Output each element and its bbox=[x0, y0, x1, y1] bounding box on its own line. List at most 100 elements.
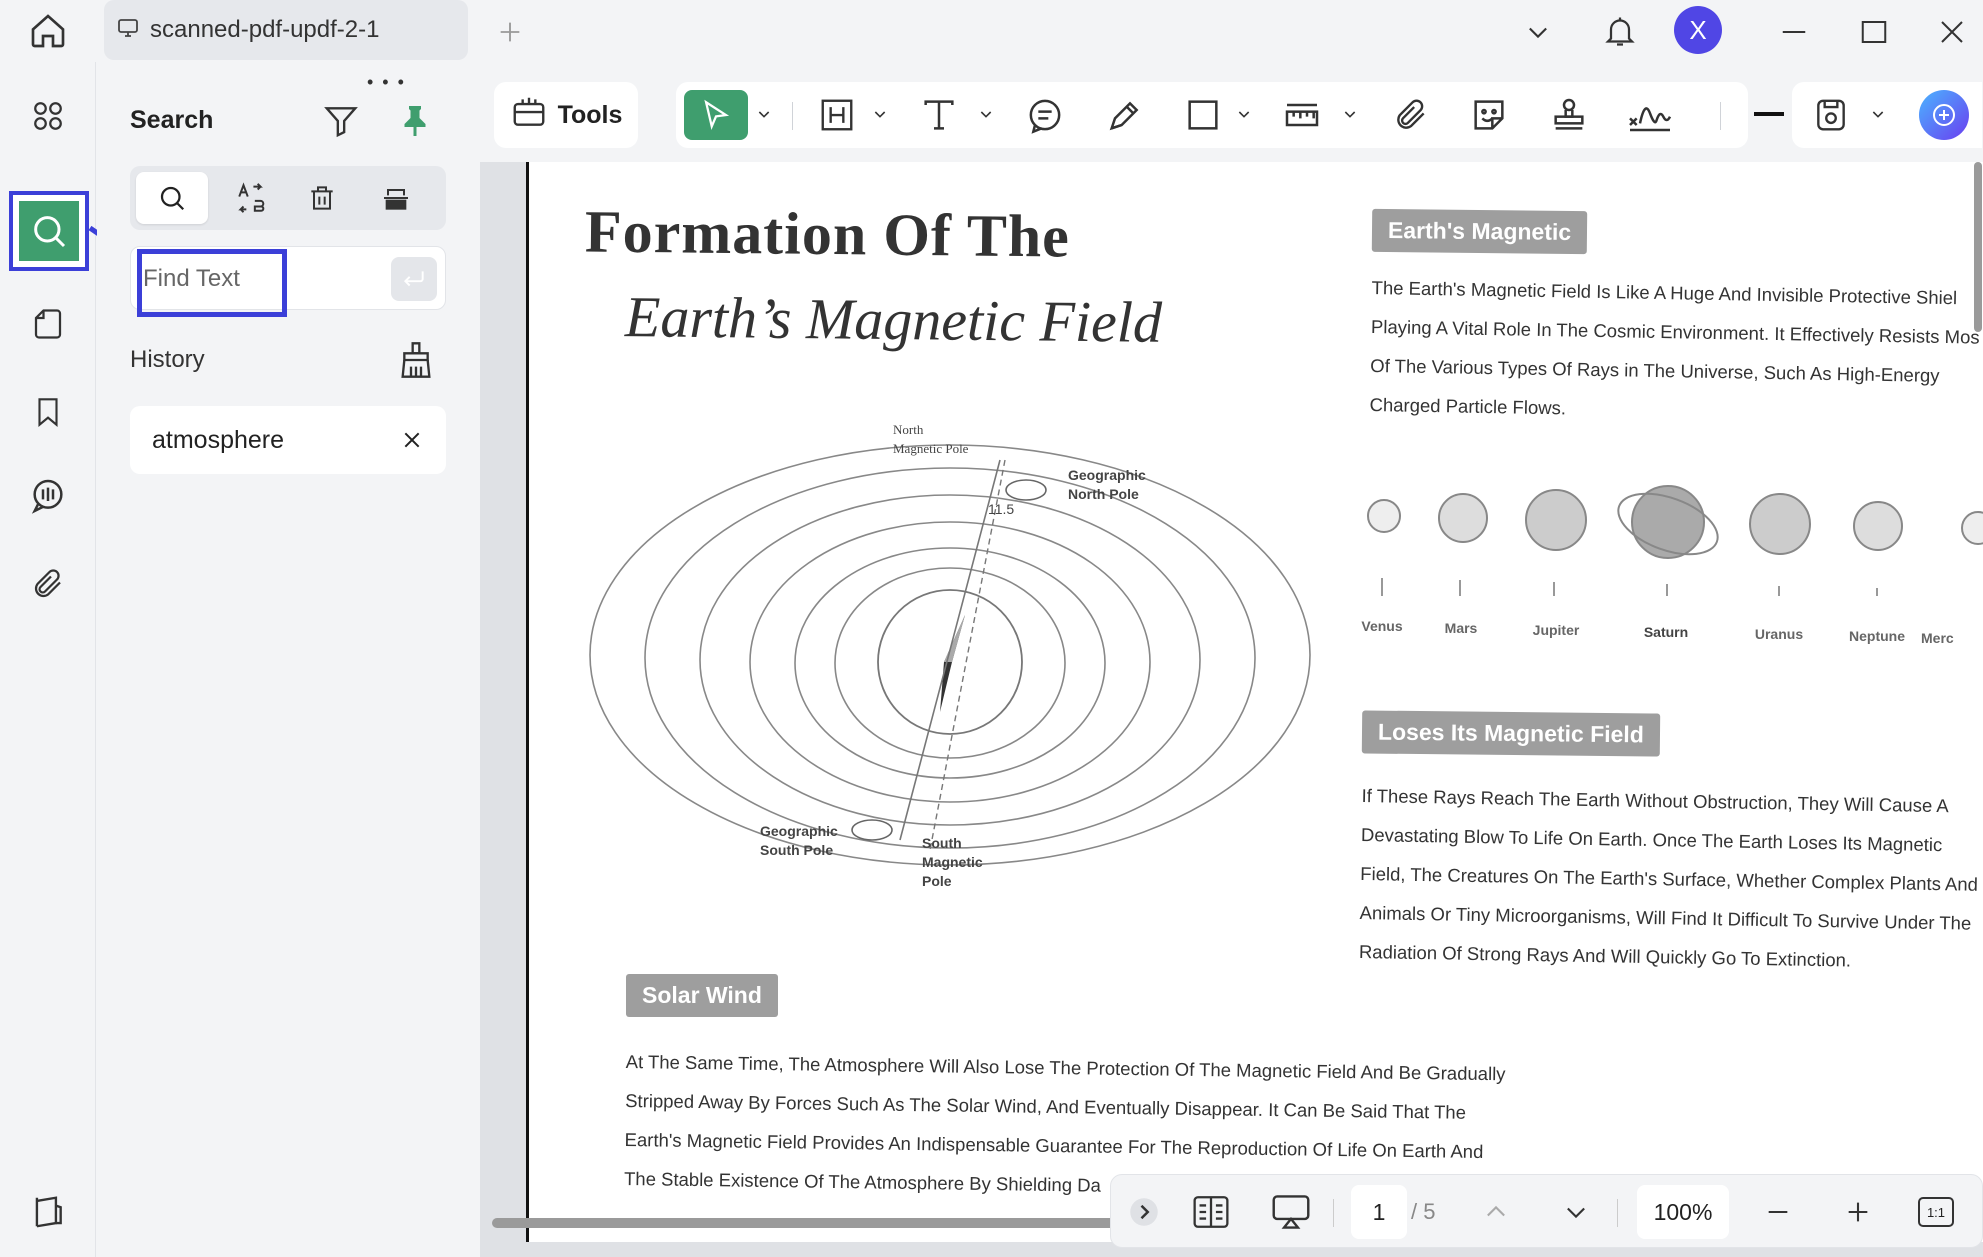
toolbar: Tools bbox=[480, 70, 1983, 162]
save-dropdown-icon[interactable] bbox=[1868, 104, 1888, 124]
separator bbox=[792, 102, 793, 130]
heading-dropdown-icon[interactable] bbox=[870, 104, 890, 124]
document-tab[interactable]: scanned-pdf-updf-2-1 bbox=[104, 0, 468, 60]
tools-label: Tools bbox=[557, 100, 623, 129]
search-mode-bar bbox=[130, 166, 446, 230]
pin-icon[interactable] bbox=[393, 98, 437, 144]
enter-icon[interactable] bbox=[391, 257, 437, 301]
close-icon[interactable] bbox=[1930, 10, 1974, 54]
tools-button[interactable]: Tools bbox=[494, 82, 638, 148]
current-page-input[interactable]: 1 bbox=[1351, 1185, 1407, 1239]
heading-tool-icon[interactable] bbox=[812, 90, 862, 140]
history-label: History bbox=[130, 346, 205, 373]
attach-tool-icon[interactable] bbox=[1384, 90, 1438, 140]
toolbox-icon bbox=[510, 93, 548, 138]
left-rail bbox=[0, 62, 96, 1257]
search-highlight-box bbox=[9, 191, 89, 271]
tab-ocr[interactable] bbox=[360, 172, 432, 224]
title-bar: scanned-pdf-updf-2-1 X bbox=[0, 0, 1983, 62]
text-dropdown-icon[interactable] bbox=[976, 104, 996, 124]
select-tool-icon[interactable] bbox=[684, 90, 748, 140]
zoom-in-icon[interactable] bbox=[1833, 1187, 1883, 1237]
maximize-icon[interactable] bbox=[1852, 10, 1896, 54]
section-heading-loses: Loses Its Magnetic Field bbox=[1361, 710, 1661, 757]
measure-dropdown-icon[interactable] bbox=[1340, 104, 1360, 124]
search-icon[interactable] bbox=[19, 201, 79, 261]
chevron-down-icon[interactable] bbox=[1516, 10, 1560, 54]
remove-history-icon[interactable] bbox=[390, 418, 434, 462]
panel-title: Search bbox=[130, 106, 214, 134]
south-magnetic-label: South Magnetic Pole bbox=[922, 835, 983, 889]
new-tab-button[interactable] bbox=[490, 12, 530, 52]
planet-label: Saturn bbox=[1643, 624, 1689, 640]
rectangle-tool-icon[interactable] bbox=[1176, 90, 1230, 140]
extra-tools bbox=[1792, 82, 1982, 148]
minimize-icon[interactable] bbox=[1772, 10, 1816, 54]
clear-history-icon[interactable] bbox=[393, 336, 439, 384]
select-dropdown-icon[interactable] bbox=[754, 104, 774, 124]
zoom-out-icon[interactable] bbox=[1753, 1187, 1803, 1237]
text-tool-icon[interactable] bbox=[914, 90, 964, 140]
previous-page-icon[interactable] bbox=[1471, 1187, 1521, 1237]
separator bbox=[1617, 1199, 1618, 1227]
actual-size-icon[interactable]: 1:1 bbox=[1911, 1187, 1961, 1237]
planet-label: Jupiter bbox=[1532, 622, 1580, 638]
tab-search-text[interactable] bbox=[136, 172, 208, 224]
page-icon[interactable] bbox=[22, 298, 74, 350]
geo-south-label: Geographic South Pole bbox=[760, 823, 838, 858]
annotation-tools bbox=[676, 82, 1748, 148]
signature-tool-icon[interactable] bbox=[1620, 90, 1680, 140]
planet-label: Neptune bbox=[1849, 628, 1905, 644]
filter-icon[interactable] bbox=[319, 98, 363, 144]
find-text-box bbox=[130, 246, 446, 310]
planet-label: Merc bbox=[1921, 630, 1954, 646]
stamp-tool-icon[interactable] bbox=[1542, 90, 1596, 140]
doc-title-line2: Earth’s Magnetic Field bbox=[624, 284, 1163, 355]
separator bbox=[1333, 1199, 1334, 1227]
next-page-icon[interactable] bbox=[1551, 1187, 1601, 1237]
planets-illustration bbox=[1367, 485, 1983, 596]
sticker-tool-icon[interactable] bbox=[1462, 90, 1516, 140]
history-item-text: atmosphere bbox=[152, 426, 285, 454]
layout-icon[interactable] bbox=[22, 1186, 74, 1238]
shape-dropdown-icon[interactable] bbox=[1234, 104, 1254, 124]
page-total: / 5 bbox=[1411, 1199, 1436, 1224]
geo-north-label: Geographic North Pole bbox=[1068, 467, 1146, 502]
planet-label: Uranus bbox=[1754, 626, 1804, 642]
section-heading-magnetic: Earth's Magnetic bbox=[1371, 208, 1588, 255]
north-magnetic-label: North Magnetic Pole bbox=[893, 422, 969, 456]
separator bbox=[1720, 102, 1721, 130]
measure-tool-icon[interactable] bbox=[1274, 90, 1330, 140]
ai-assistant-icon[interactable] bbox=[1919, 90, 1969, 140]
drag-handle-icon[interactable]: • • • bbox=[367, 72, 406, 93]
comment-icon[interactable] bbox=[22, 470, 74, 522]
bell-icon[interactable] bbox=[1598, 8, 1642, 54]
save-icon[interactable] bbox=[1806, 90, 1856, 140]
history-item[interactable]: atmosphere bbox=[130, 406, 446, 474]
tab-replace[interactable] bbox=[216, 172, 288, 224]
pen-tool-icon[interactable] bbox=[1098, 90, 1152, 140]
doc-title-line1: Formation Of The bbox=[584, 198, 1071, 270]
home-icon[interactable] bbox=[22, 8, 74, 54]
expand-icon[interactable] bbox=[1127, 1187, 1161, 1237]
planet-label: Mars bbox=[1444, 620, 1478, 636]
section2-text: If These Rays Reach The Earth Without Ob… bbox=[1359, 776, 1980, 982]
page-nav-bar: 1 / 5 100% 1:1 bbox=[1110, 1174, 1983, 1248]
comment-tool-icon[interactable] bbox=[1018, 90, 1072, 140]
angle-label: 11.5 bbox=[988, 501, 1015, 517]
find-text-input[interactable] bbox=[135, 251, 283, 307]
tab-title: scanned-pdf-updf-2-1 bbox=[150, 16, 380, 43]
avatar[interactable]: X bbox=[1674, 6, 1722, 54]
tab-redact[interactable] bbox=[286, 172, 358, 224]
search-panel: • • • Search History atmosphere bbox=[97, 62, 479, 1257]
presentation-icon[interactable] bbox=[1261, 1187, 1321, 1237]
fit-label: 1:1 bbox=[1918, 1197, 1954, 1227]
attachment-icon[interactable] bbox=[22, 558, 74, 610]
thumbnails-icon[interactable] bbox=[22, 90, 74, 142]
section1-text: The Earth's Magnetic Field Is Like A Hug… bbox=[1369, 268, 1980, 435]
zoom-level[interactable]: 100% bbox=[1637, 1185, 1729, 1239]
page-layout-icon[interactable] bbox=[1181, 1187, 1241, 1237]
bookmark-icon[interactable] bbox=[22, 386, 74, 438]
monitor-icon bbox=[116, 16, 140, 45]
section-heading-solar-wind: Solar Wind bbox=[626, 974, 778, 1017]
